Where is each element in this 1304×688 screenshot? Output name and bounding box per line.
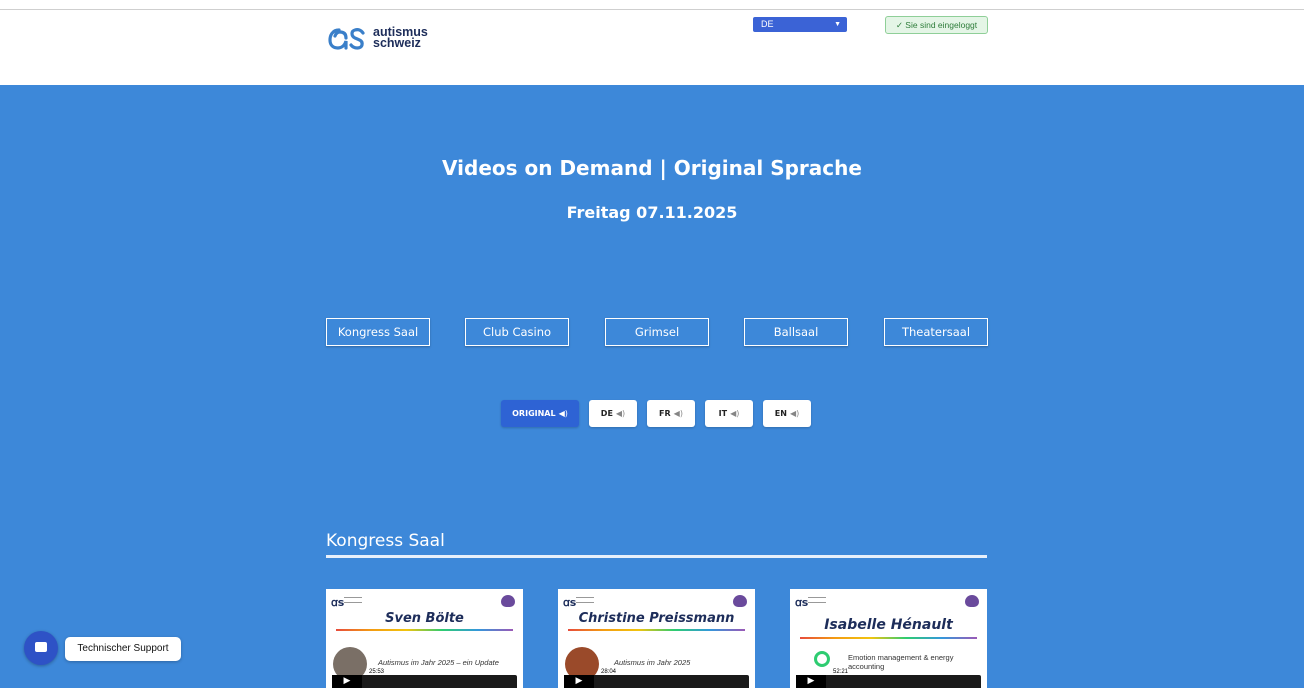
mini-logo-icon: ꭤs [795,596,809,609]
talk-subtitle: Emotion management & energy accounting [848,653,954,671]
rainbow-divider [568,629,745,631]
chat-bubble-icon [35,642,47,652]
video-duration: 52:21 [832,669,850,675]
login-status-badge: ✓ Sie sind eingeloggt [885,16,988,34]
room-button-ballsaal[interactable]: Ballsaal [744,318,848,346]
speaker-icon: ◀) [673,409,683,418]
video-duration: 25:53 [368,669,386,675]
language-select-value: DE [761,19,774,29]
gears-icon [814,651,830,667]
video-card-isabelle-henault[interactable]: ꭤs Isabelle Hénault Emotion management &… [790,589,987,688]
logo-line-2: schweiz [373,36,421,50]
audio-track-label: ORIGINAL [512,409,556,418]
talk-subtitle: Autismus im Jahr 2025 [614,658,691,667]
autismus-schweiz-logo[interactable]: autismus schweiz [327,22,437,54]
language-select[interactable]: DE ▼ [753,17,847,32]
room-button-theatersaal[interactable]: Theatersaal [884,318,988,346]
site-header [0,10,1304,85]
video-duration: 28:04 [600,669,618,675]
speaker-name: Isabelle Hénault [824,617,953,633]
mini-logo-icon: ꭤs [331,596,345,609]
brain-icon [965,595,979,607]
play-icon[interactable]: ▶ [564,675,594,688]
room-button-kongress-saal[interactable]: Kongress Saal [326,318,430,346]
rainbow-divider [336,629,513,631]
play-icon[interactable]: ▶ [796,675,826,688]
audio-track-en[interactable]: EN ◀) [763,400,811,427]
mini-logo-lines [808,597,826,603]
chevron-down-icon: ▼ [834,21,841,28]
speaker-name: Christine Preissmann [578,611,735,626]
section-title: Kongress Saal [326,531,445,551]
support-chat-button[interactable] [24,631,58,665]
mini-logo-lines [344,597,362,603]
brain-icon [733,595,747,607]
video-card-sven-boelte[interactable]: ꭤs Sven Bölte Autismus im Jahr 2025 – ei… [326,589,523,688]
event-date: Freitag 07.11.2025 [566,203,738,222]
play-icon[interactable]: ▶ [332,675,362,688]
audio-track-it[interactable]: IT ◀) [705,400,753,427]
audio-track-de[interactable]: DE ◀) [589,400,637,427]
room-button-club-casino[interactable]: Club Casino [465,318,569,346]
room-button-grimsel[interactable]: Grimsel [605,318,709,346]
audio-track-label: DE [600,409,613,418]
audio-track-label: IT [718,409,728,418]
support-chat-label[interactable]: Technischer Support [65,637,181,661]
speaker-icon: ◀) [615,409,626,418]
brain-icon [501,595,515,607]
audio-track-label: FR [659,409,671,418]
rainbow-divider [800,637,977,639]
speaker-icon: ◀) [730,409,740,418]
mini-logo-lines [576,597,594,603]
mini-logo-icon: ꭤs [563,596,577,609]
speaker-name: Sven Bölte [385,611,464,626]
logo-text: autismus schweiz [373,26,428,50]
speaker-icon: ◀) [789,409,800,418]
audio-track-label: EN [774,409,787,418]
as-logo-icon [328,28,365,50]
talk-subtitle: Autismus im Jahr 2025 – ein Update [378,658,499,667]
section-divider [326,555,987,558]
audio-track-fr[interactable]: FR ◀) [647,400,695,427]
video-card-christine-preissmann[interactable]: ꭤs Christine Preissmann Autismus im Jahr… [558,589,755,688]
audio-track-original[interactable]: ORIGINAL ◀) [501,400,579,427]
page-title: Videos on Demand | Original Sprache [442,156,862,180]
speaker-icon: ◀) [558,409,568,418]
